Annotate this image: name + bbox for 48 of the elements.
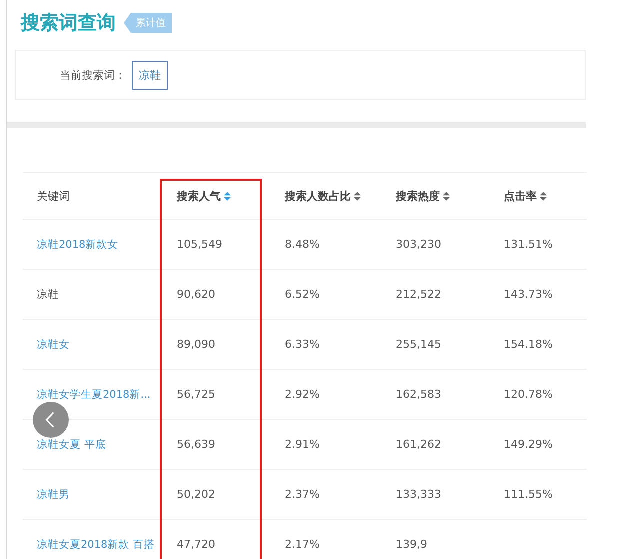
keyword-link[interactable]: 凉鞋2018新款女 <box>23 238 119 252</box>
sort-icon[interactable] <box>443 192 450 200</box>
column-header: 关键词 <box>37 188 70 204</box>
table-cell-text: 111.55% <box>503 488 553 501</box>
table-cell-text: 2.37% <box>284 488 320 501</box>
column-header[interactable]: 搜索人气 <box>177 188 221 204</box>
table-cell-text: 162,583 <box>395 388 442 401</box>
table-cell-text: 50,202 <box>176 488 216 501</box>
table-cell-text: 2.92% <box>284 388 320 401</box>
table-cell-text: 131.51% <box>503 238 553 251</box>
sort-icon[interactable] <box>354 192 361 200</box>
table-cell-text: 2.17% <box>284 538 320 551</box>
table-cell-text: 303,230 <box>395 238 442 251</box>
sort-icon[interactable] <box>540 192 547 200</box>
table-cell-text: 149.29% <box>503 438 553 451</box>
table-cell-text: 6.33% <box>284 338 320 351</box>
table-cell-text: 8.48% <box>284 238 320 251</box>
table-cell-text: 89,090 <box>176 338 216 351</box>
table-cell-text: 212,522 <box>395 288 442 301</box>
sort-icon[interactable] <box>224 192 231 200</box>
table-cell-text: 154.18% <box>503 338 553 351</box>
keyword-link[interactable]: 凉鞋男 <box>23 488 70 502</box>
table-cell-text: 2.91% <box>284 438 320 451</box>
column-header[interactable]: 搜索人数占比 <box>285 188 351 204</box>
table-cell-text: 90,620 <box>176 288 216 301</box>
keyword-link[interactable]: 凉鞋女夏 平底 <box>23 438 106 452</box>
table-cell-text: 105,549 <box>176 238 222 251</box>
page-title: 搜索词查询 <box>21 11 116 36</box>
table-cell-text: 139,9 <box>395 538 428 551</box>
column-header[interactable]: 搜索热度 <box>396 188 440 204</box>
table-cell-text: 143.73% <box>503 288 553 301</box>
table-cell-text: 47,720 <box>176 538 216 551</box>
search-label: 当前搜索词： <box>60 68 126 82</box>
back-button[interactable] <box>33 402 69 438</box>
keyword-link[interactable]: 凉鞋女 <box>23 338 70 352</box>
table-cell-text: 133,333 <box>395 488 442 501</box>
table-cell-text: 56,725 <box>176 388 216 401</box>
table-cell-text: 6.52% <box>284 288 320 301</box>
table-cell-text: 120.78% <box>503 388 553 401</box>
table-cell-text: 161,262 <box>395 438 442 451</box>
table-cell-text: 56,639 <box>176 438 216 451</box>
table-cell-text: 255,145 <box>395 338 442 351</box>
mode-badge: 累计值 <box>124 13 172 33</box>
search-term-tag[interactable]: 凉鞋 <box>132 60 168 90</box>
column-header[interactable]: 点击率 <box>504 188 537 204</box>
keyword-link[interactable]: 凉鞋女学生夏2018新... <box>23 388 151 402</box>
keyword-link[interactable]: 凉鞋女夏2018新款 百搭 <box>23 538 156 552</box>
keyword-cell-text: 凉鞋 <box>36 288 59 302</box>
